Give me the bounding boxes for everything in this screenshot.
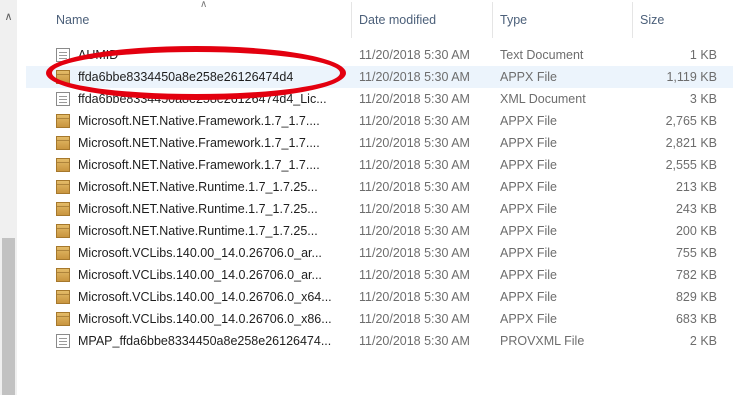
file-row[interactable]: Microsoft.NET.Native.Framework.1.7_1.7..…	[26, 154, 733, 176]
file-date-modified: 11/20/2018 5:30 AM	[359, 92, 470, 106]
file-name: Microsoft.NET.Native.Framework.1.7_1.7..…	[78, 114, 320, 128]
file-row[interactable]: Microsoft.NET.Native.Framework.1.7_1.7..…	[26, 132, 733, 154]
file-name: Microsoft.NET.Native.Runtime.1.7_1.7.25.…	[78, 202, 318, 216]
file-name: ffda6bbe8334450a8e258e26126474d4	[78, 70, 294, 84]
file-size: 243 KB	[675, 202, 717, 216]
file-type: APPX File	[500, 114, 557, 128]
file-size: 782 KB	[675, 268, 717, 282]
file-size: 2,821 KB	[665, 136, 717, 150]
file-type: Text Document	[500, 48, 584, 62]
file-size: 2,555 KB	[665, 158, 717, 172]
package-icon	[56, 290, 70, 304]
sort-ascending-icon: ∧	[200, 0, 208, 10]
file-date-modified: 11/20/2018 5:30 AM	[359, 202, 470, 216]
column-divider[interactable]	[351, 2, 352, 38]
file-row[interactable]: Microsoft.NET.Native.Runtime.1.7_1.7.25.…	[26, 176, 733, 198]
file-date-modified: 11/20/2018 5:30 AM	[359, 158, 470, 172]
package-icon	[56, 312, 70, 326]
file-row[interactable]: Microsoft.NET.Native.Runtime.1.7_1.7.25.…	[26, 198, 733, 220]
file-size: 200 KB	[675, 224, 717, 238]
file-type: APPX File	[500, 246, 557, 260]
column-divider[interactable]	[632, 2, 633, 38]
package-icon	[56, 114, 70, 128]
file-size: 2,765 KB	[665, 114, 717, 128]
file-row[interactable]: MPAP_ffda6bbe8334450a8e258e26126474... 11…	[26, 330, 733, 352]
scrollbar-thumb[interactable]	[2, 238, 15, 395]
file-date-modified: 11/20/2018 5:30 AM	[359, 224, 470, 238]
file-name: Microsoft.VCLibs.140.00_14.0.26706.0_ar.…	[78, 246, 322, 260]
column-header-size[interactable]: Size	[640, 13, 664, 27]
file-type: APPX File	[500, 312, 557, 326]
file-name: Microsoft.VCLibs.140.00_14.0.26706.0_ar.…	[78, 268, 322, 282]
file-size: 829 KB	[675, 290, 717, 304]
column-divider[interactable]	[492, 2, 493, 38]
file-date-modified: 11/20/2018 5:30 AM	[359, 114, 470, 128]
file-size: 1 KB	[689, 48, 717, 62]
text-document-icon	[56, 48, 70, 62]
package-icon	[56, 180, 70, 194]
vertical-scrollbar[interactable]: ∧	[0, 0, 17, 395]
file-name: Microsoft.NET.Native.Framework.1.7_1.7..…	[78, 136, 320, 150]
file-row[interactable]: Microsoft.NET.Native.Framework.1.7_1.7..…	[26, 110, 733, 132]
file-name: Microsoft.VCLibs.140.00_14.0.26706.0_x64…	[78, 290, 332, 304]
file-name: Microsoft.NET.Native.Runtime.1.7_1.7.25.…	[78, 180, 318, 194]
file-name: Microsoft.NET.Native.Runtime.1.7_1.7.25.…	[78, 224, 318, 238]
file-type: APPX File	[500, 268, 557, 282]
file-type: APPX File	[500, 136, 557, 150]
file-name: Microsoft.NET.Native.Framework.1.7_1.7..…	[78, 158, 320, 172]
file-type: APPX File	[500, 224, 557, 238]
file-row[interactable]: Microsoft.VCLibs.140.00_14.0.26706.0_ar.…	[26, 242, 733, 264]
file-row[interactable]: Microsoft.VCLibs.140.00_14.0.26706.0_ar.…	[26, 264, 733, 286]
file-size: 3 KB	[689, 92, 717, 106]
column-header-row: ∧ Name Date modified Type Size	[26, 0, 733, 40]
file-date-modified: 11/20/2018 5:30 AM	[359, 136, 470, 150]
file-date-modified: 11/20/2018 5:30 AM	[359, 290, 470, 304]
package-icon	[56, 224, 70, 238]
file-size: 683 KB	[675, 312, 717, 326]
file-name: AUMID	[78, 48, 119, 62]
file-size: 1,119 KB	[666, 70, 717, 84]
file-type: APPX File	[500, 70, 557, 84]
scroll-up-arrow-icon[interactable]: ∧	[0, 0, 17, 34]
file-type: APPX File	[500, 202, 557, 216]
file-date-modified: 11/20/2018 5:30 AM	[359, 268, 470, 282]
file-date-modified: 11/20/2018 5:30 AM	[359, 334, 470, 348]
file-row[interactable]: ffda6bbe8334450a8e258e26126474d4 11/20/20…	[26, 66, 733, 88]
file-row[interactable]: AUMID 11/20/2018 5:30 AM Text Document 1 KB	[26, 44, 733, 66]
file-type: APPX File	[500, 158, 557, 172]
file-type: APPX File	[500, 180, 557, 194]
file-type: XML Document	[500, 92, 586, 106]
file-type: PROVXML File	[500, 334, 585, 348]
file-date-modified: 11/20/2018 5:30 AM	[359, 70, 470, 84]
package-icon	[56, 136, 70, 150]
file-row[interactable]: Microsoft.VCLibs.140.00_14.0.26706.0_x86…	[26, 308, 733, 330]
file-date-modified: 11/20/2018 5:30 AM	[359, 48, 470, 62]
column-header-type[interactable]: Type	[500, 13, 527, 27]
package-icon	[56, 70, 70, 84]
file-size: 2 KB	[689, 334, 717, 348]
file-size: 213 KB	[675, 180, 717, 194]
file-row[interactable]: ffda6bbe8334450a8e258e26126474d4_Lic... 1…	[26, 88, 733, 110]
package-icon	[56, 246, 70, 260]
column-header-name[interactable]: Name	[56, 13, 89, 27]
column-header-date-modified[interactable]: Date modified	[359, 13, 436, 27]
file-name: Microsoft.VCLibs.140.00_14.0.26706.0_x86…	[78, 312, 332, 326]
package-icon	[56, 202, 70, 216]
file-name: MPAP_ffda6bbe8334450a8e258e26126474...	[78, 334, 332, 348]
file-date-modified: 11/20/2018 5:30 AM	[359, 180, 470, 194]
file-size: 755 KB	[675, 246, 717, 260]
xml-document-icon	[56, 92, 70, 106]
file-row[interactable]: Microsoft.NET.Native.Runtime.1.7_1.7.25.…	[26, 220, 733, 242]
file-date-modified: 11/20/2018 5:30 AM	[359, 312, 470, 326]
package-icon	[56, 158, 70, 172]
file-name: ffda6bbe8334450a8e258e26126474d4_Lic...	[78, 92, 327, 106]
file-type: APPX File	[500, 290, 557, 304]
file-date-modified: 11/20/2018 5:30 AM	[359, 246, 470, 260]
package-icon	[56, 268, 70, 282]
file-row[interactable]: Microsoft.VCLibs.140.00_14.0.26706.0_x64…	[26, 286, 733, 308]
document-icon	[56, 334, 70, 348]
